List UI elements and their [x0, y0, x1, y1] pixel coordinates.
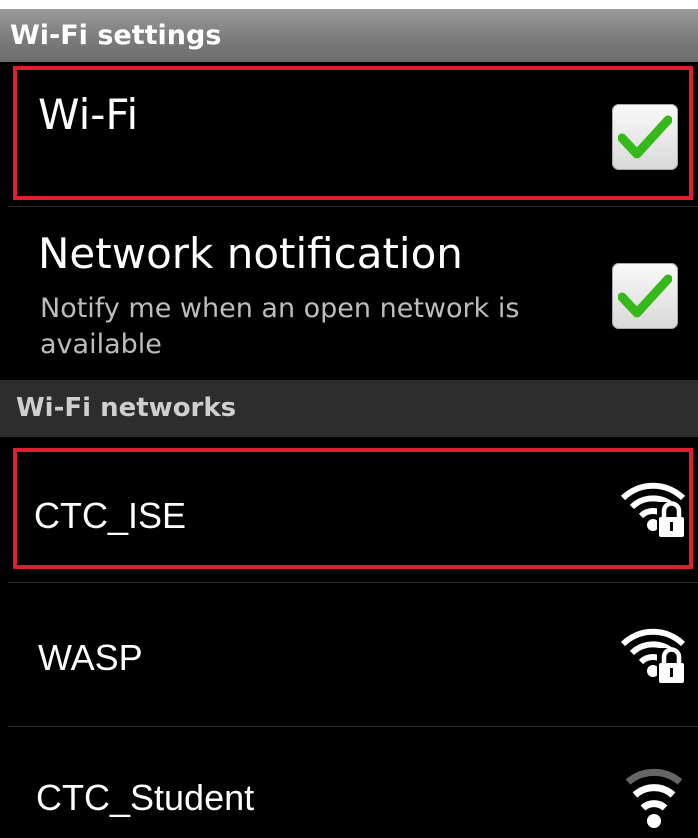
wifi-icon	[625, 768, 683, 828]
network-item[interactable]: WASP	[0, 583, 698, 726]
checkmark-icon	[618, 274, 672, 318]
network-item[interactable]: CTC_Student	[0, 727, 698, 838]
wifi-highlight-box	[13, 66, 693, 200]
network-notification-title: Network notification	[38, 229, 463, 278]
top-strip	[0, 0, 698, 9]
ctc-ise-highlight-box	[13, 448, 693, 569]
network-notification-summary: Notify me when an open network is availa…	[40, 293, 520, 360]
page-title: Wi-Fi settings	[0, 9, 698, 62]
wifi-networks-section-header: Wi-Fi networks	[0, 380, 698, 437]
network-notification-row[interactable]: Network notification Notify me when an o…	[0, 207, 698, 380]
network-name: CTC_Student	[36, 777, 255, 818]
network-notification-checkbox[interactable]	[612, 263, 678, 329]
network-name: WASP	[38, 637, 143, 678]
wifi-lock-icon	[620, 628, 686, 685]
